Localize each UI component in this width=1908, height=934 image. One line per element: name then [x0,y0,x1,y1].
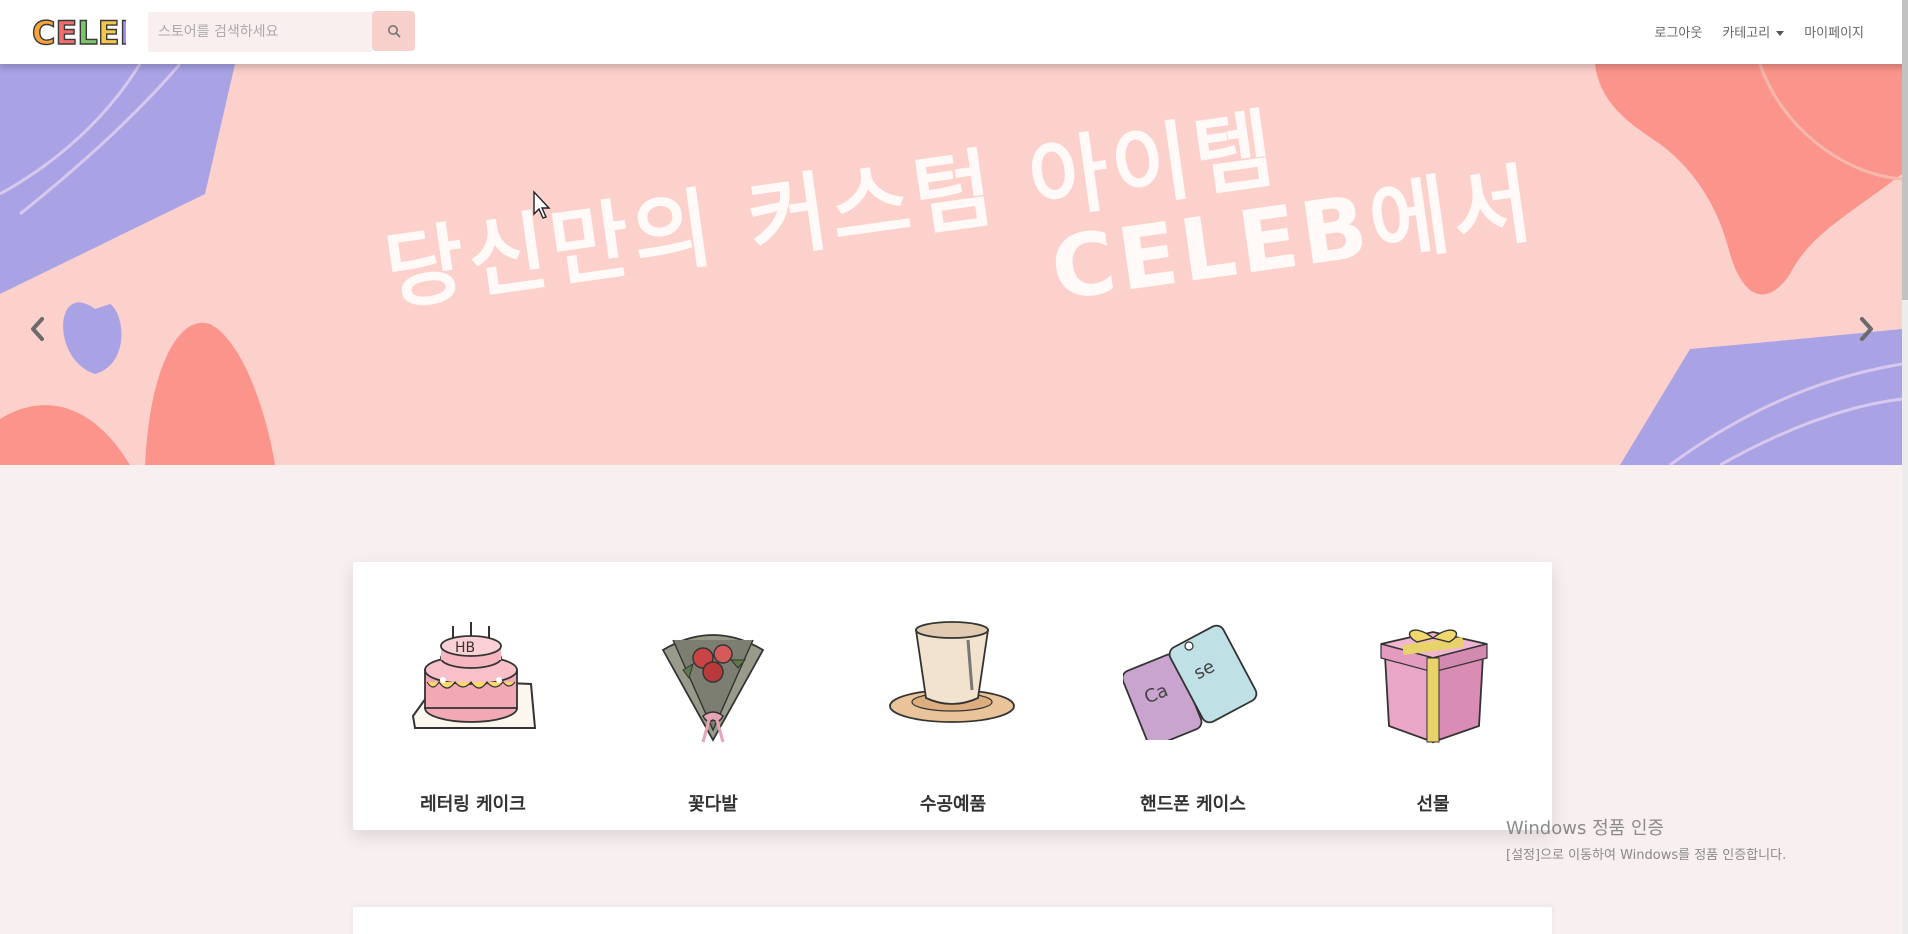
svg-text:HB: HB [455,640,475,656]
search-button[interactable] [372,11,415,51]
category-label: 핸드폰 케이스 [1140,794,1246,815]
search-input[interactable] [148,12,372,52]
category-dropdown[interactable]: 카테고리 [1722,22,1785,41]
handmade-cup-icon [889,621,1015,723]
category-label: 수공예품 [919,794,987,815]
vertical-scrollbar[interactable] [1902,0,1908,934]
category-item-handmade[interactable]: 수공예품 [833,562,1073,830]
svg-text:CELEB: CELEB [32,14,126,52]
next-section-card [353,907,1552,934]
category-item-gift[interactable]: 선물 [1313,562,1553,830]
category-label: 레터링 케이크 [420,794,526,815]
chevron-left-icon [31,317,44,341]
logout-link[interactable]: 로그아웃 [1655,22,1703,41]
carousel-prev-button[interactable] [22,309,52,349]
chevron-right-icon [1860,317,1873,341]
top-header: CELEB 로그아웃 카테고리 마이페이지 [0,0,1908,64]
bouquet-icon [661,634,765,743]
category-item-phone-case[interactable]: Ca se 핸드폰 케이스 [1073,562,1313,830]
category-item-lettering-cake[interactable]: HB 레터링 케이크 [353,562,593,830]
carousel-next-button[interactable] [1852,309,1882,349]
cake-icon: HB [411,622,537,729]
category-item-bouquet[interactable]: 꽃다발 [593,562,833,830]
category-label: 꽃다발 [688,794,738,815]
celeb-logo[interactable]: CELEB [31,12,144,52]
watermark-subtitle: [설정]으로 이동하여 Windows를 정품 인증합니다. [1506,848,1787,863]
phone-case-icon: Ca se [1123,624,1258,740]
gift-box-icon [1380,629,1488,744]
mouse-cursor-icon [533,190,551,219]
category-label: 카테고리 [1722,26,1771,41]
category-label: 선물 [1416,794,1450,815]
top-nav: 로그아웃 카테고리 마이페이지 [1655,22,1865,41]
category-card: HB 레터링 케이크 꽃다발 수공예품 Ca se 핸드폰 케이스 선물 [353,562,1552,830]
search-icon [387,25,400,38]
scrollbar-thumb[interactable] [1902,0,1908,300]
windows-activation-watermark: Windows 정품 인증 [설정]으로 이동하여 Windows를 정품 인증… [1506,814,1786,863]
mypage-link[interactable]: 마이페이지 [1804,22,1864,41]
watermark-title: Windows 정품 인증 [1506,818,1665,839]
caret-down-icon [1776,31,1785,36]
hero-banner-carousel: 당신만의 커스텀 아이템 CELEB에서 [0,64,1902,465]
